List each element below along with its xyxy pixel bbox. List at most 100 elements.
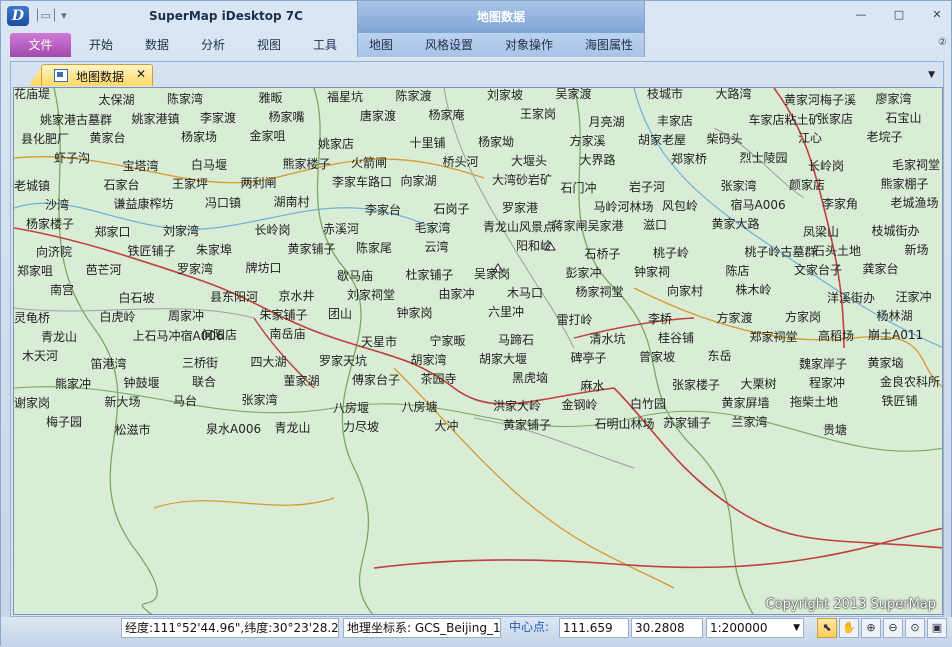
map-place-label: 由家冲	[438, 287, 475, 301]
map-place-label: 铁匠铺	[881, 394, 918, 408]
map-place-label: 大界路	[579, 153, 616, 167]
map-place-label: 陈家湾	[167, 92, 204, 106]
map-place-label: 白石坡	[118, 291, 155, 305]
map-place-label: 八房塘	[401, 400, 438, 414]
tab-style-settings[interactable]: 风格设置	[419, 33, 479, 57]
map-place-label: 青龙山风景点	[483, 220, 556, 234]
context-tab-title: 地图数据	[357, 1, 645, 33]
map-place-label: 老城镇	[14, 179, 51, 193]
map-place-label: 大冲	[434, 419, 459, 433]
help-icon[interactable]: ②	[938, 37, 947, 48]
title-bar: D │▭│ ▾ SuperMap iDesktop 7C 地图数据 — □ ✕	[1, 1, 952, 33]
map-place-label: 郑家咀	[17, 264, 54, 278]
quick-access-toolbar[interactable]: │▭│ ▾	[34, 9, 67, 22]
map-place-label: 六里冲	[488, 305, 525, 319]
center-x-input[interactable]: 111.659	[559, 618, 629, 638]
scale-dropdown-chevron-icon[interactable]: ▼	[793, 619, 800, 637]
cursor-coordinates: 经度:111°52'44.96",纬度:30°23'28.22"	[121, 618, 339, 638]
map-view[interactable]: Copyright 2013 SuperMap 花庙堤 太保湖 陈家湾 雅畈 福星坑 陈家…	[13, 87, 943, 615]
map-place-label: 石门冲	[560, 181, 597, 195]
map-place-label: 黄家台	[89, 131, 126, 145]
map-place-label: 郑家口	[94, 225, 131, 239]
doc-tab-close-icon[interactable]: ✕	[136, 67, 146, 81]
map-place-label: 铁匠铺子	[127, 244, 176, 258]
map-place-label: 石桥子	[584, 247, 621, 261]
tab-object-operations[interactable]: 对象操作	[499, 33, 559, 57]
restore-button[interactable]: □	[889, 7, 909, 23]
close-button[interactable]: ✕	[927, 7, 947, 23]
map-place-label: 洋溪街办	[827, 291, 876, 305]
map-place-label: 洪家大岭	[493, 399, 542, 413]
map-place-label: 胡家大堰	[479, 352, 528, 366]
map-place-label: 南宫	[50, 283, 75, 297]
map-place-label: 新大场	[104, 395, 141, 409]
map-place-label: 丰家店	[657, 114, 694, 128]
map-place-label: 文家台子	[794, 263, 843, 277]
map-place-label: 金良农科所	[880, 375, 941, 389]
pan-icon[interactable]: ✋	[839, 618, 859, 638]
tab-start[interactable]: 开始	[81, 33, 121, 57]
map-place-label: 刘家坡	[487, 88, 524, 102]
map-place-label: 县东阳河	[210, 290, 259, 304]
map-place-label: 京水井	[278, 289, 315, 303]
app-logo-icon[interactable]: D	[7, 6, 29, 26]
map-place-label: 吴家岗	[474, 267, 511, 281]
map-place-label: 黄家铺子	[287, 242, 336, 256]
tab-file[interactable]: 文件	[10, 33, 71, 57]
map-place-label: 傅家台子	[352, 373, 401, 387]
map-place-label: 八房堰	[333, 401, 370, 415]
zoom-out-icon[interactable]: ⊖	[883, 618, 903, 638]
map-place-label: 白竹园	[630, 397, 667, 411]
scale-combobox[interactable]: 1:200000 ▼	[706, 618, 804, 638]
map-place-label: 三桥街	[182, 356, 219, 370]
map-place-label: 枝城街办	[871, 224, 920, 238]
tab-view[interactable]: 视图	[249, 33, 289, 57]
zoom-free-icon[interactable]: ⊙	[905, 618, 925, 638]
ribbon-tabs: 文件 开始 数据 分析 视图 工具 地图 风格设置 对象操作 海图属性 ②	[1, 33, 952, 57]
map-place-label: 老城渔场	[890, 196, 939, 210]
map-place-label: 福星坑	[327, 90, 364, 104]
doc-menu-chevron-icon[interactable]: ▼	[928, 70, 935, 80]
map-place-label: 东岳	[707, 349, 732, 363]
map-place-label: 冯口镇	[205, 196, 242, 210]
map-copyright: Copyright 2013 SuperMap	[765, 597, 936, 612]
map-place-label: 汪家冲	[895, 290, 932, 304]
tab-map[interactable]: 地图	[361, 33, 401, 57]
map-place-label: 兰家湾	[731, 415, 768, 429]
map-place-label: 团山	[328, 307, 353, 321]
tab-chart-attributes[interactable]: 海图属性	[579, 33, 639, 57]
map-place-label: 魏家岸子	[799, 357, 848, 371]
zoom-in-icon[interactable]: ⊕	[861, 618, 881, 638]
map-place-label: 方家溪	[569, 134, 606, 148]
map-place-label: 熊家冲	[55, 377, 92, 391]
map-place-label: 高稻场	[818, 329, 855, 343]
map-place-label: 郑家桥	[671, 152, 708, 166]
map-place-label: 雷打岭	[556, 313, 593, 327]
map-place-label: 杨家坳	[478, 135, 515, 149]
map-place-label: 方家岗	[785, 310, 822, 324]
center-y-input[interactable]: 30.2808	[631, 618, 703, 638]
map-place-label: 曾家坡	[639, 350, 676, 364]
map-place-label: 胡家湾	[410, 353, 447, 367]
map-place-label: 胡家老屋	[638, 133, 687, 147]
map-place-label: 长岭岗	[808, 159, 845, 173]
map-place-label: 宁家畈	[429, 334, 466, 348]
minimize-button[interactable]: —	[851, 7, 871, 23]
app-window: D │▭│ ▾ SuperMap iDesktop 7C 地图数据 — □ ✕ …	[0, 0, 952, 647]
map-place-label: 株木岭	[735, 283, 772, 297]
tab-data[interactable]: 数据	[137, 33, 177, 57]
tab-analysis[interactable]: 分析	[193, 33, 233, 57]
tab-tools[interactable]: 工具	[305, 33, 345, 57]
map-place-label: 车家店粘土矿	[748, 113, 821, 127]
map-place-label: 黄家大路	[711, 217, 760, 231]
map-place-label: 朱家埠	[196, 243, 233, 257]
map-place-label: 向家湖	[400, 174, 437, 188]
map-place-label: 李家台	[365, 203, 402, 217]
map-place-label: 杜家铺子	[405, 268, 454, 282]
map-place-label: 杨家祠堂	[575, 285, 624, 299]
select-icon[interactable]: ⬉	[817, 618, 837, 638]
map-place-label: 泉水A006	[206, 422, 262, 436]
full-extent-icon[interactable]: ▣	[927, 618, 947, 638]
doc-tab-map-data[interactable]: 地图数据 ✕	[41, 64, 153, 86]
map-place-label: 黑虎垴	[512, 371, 549, 385]
